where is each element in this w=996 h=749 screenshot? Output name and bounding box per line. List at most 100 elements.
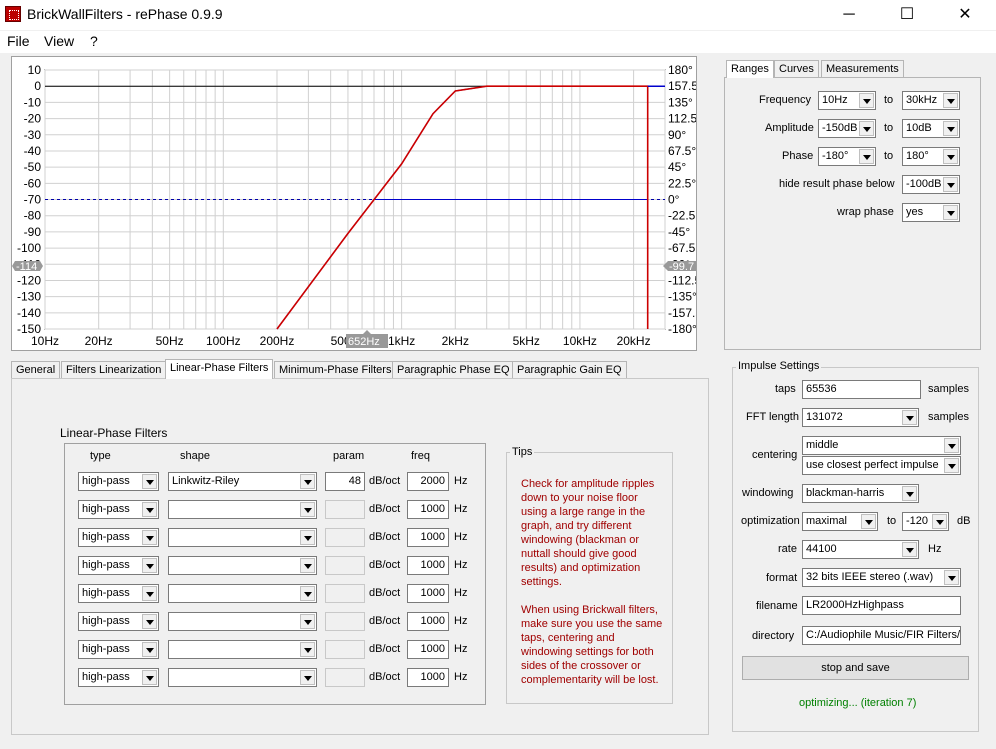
- filter-shape-select[interactable]: [168, 668, 317, 687]
- filter-param-input[interactable]: [325, 528, 365, 547]
- filter-param-input[interactable]: [325, 500, 365, 519]
- tab-paragraphic-gain-eq[interactable]: Paragraphic Gain EQ: [512, 361, 627, 379]
- filter-shape-select[interactable]: [168, 500, 317, 519]
- freq-unit-label: Hz: [454, 671, 468, 683]
- tab-linear-phase-filters[interactable]: Linear-Phase Filters: [165, 359, 274, 379]
- format-label: format: [766, 572, 798, 584]
- chevron-down-icon: [932, 514, 947, 529]
- filter-freq-input[interactable]: 1000: [407, 640, 449, 659]
- tab-curves[interactable]: Curves: [774, 60, 819, 78]
- col-shape-header: shape: [180, 450, 210, 462]
- menu-view[interactable]: View: [44, 33, 74, 49]
- filter-type-value: high-pass: [82, 615, 130, 627]
- filter-type-select[interactable]: high-pass: [78, 528, 159, 547]
- y-right-tick: 135°: [668, 95, 693, 109]
- filter-type-select[interactable]: high-pass: [78, 472, 159, 491]
- y-right-tick: 112.5°: [668, 112, 696, 126]
- filter-type-select[interactable]: high-pass: [78, 556, 159, 575]
- hide-phase-select[interactable]: -100dB: [902, 175, 960, 194]
- optimization-db-select[interactable]: -120: [902, 512, 949, 531]
- freq-unit-label: Hz: [454, 475, 468, 487]
- windowing-select[interactable]: blackman-harris: [802, 484, 919, 503]
- filter-freq-input[interactable]: 1000: [407, 584, 449, 603]
- centering-value: middle: [806, 439, 839, 451]
- filter-shape-select[interactable]: [168, 584, 317, 603]
- phase-from-select[interactable]: -180°: [818, 147, 876, 166]
- centering-mode-select[interactable]: use closest perfect impulse: [802, 456, 961, 475]
- wrap-phase-label: wrap phase: [837, 206, 894, 218]
- filter-freq-input[interactable]: 1000: [407, 500, 449, 519]
- menu-help[interactable]: ?: [90, 33, 98, 49]
- filter-freq-input[interactable]: 1000: [407, 556, 449, 575]
- amplitude-from-select[interactable]: -150dB: [818, 119, 876, 138]
- rate-select[interactable]: 44100: [802, 540, 919, 559]
- amplitude-label: Amplitude: [765, 122, 814, 134]
- close-icon[interactable]: ✕: [942, 0, 988, 30]
- filter-param-input[interactable]: [325, 584, 365, 603]
- filter-param-input[interactable]: [325, 640, 365, 659]
- filter-type-select[interactable]: high-pass: [78, 612, 159, 631]
- filter-shape-select[interactable]: Linkwitz-Riley: [168, 472, 317, 491]
- y-right-tick: -135°: [668, 290, 696, 304]
- filter-param-input[interactable]: 48: [325, 472, 365, 491]
- y-right-tick: 45°: [668, 160, 686, 174]
- filter-type-select[interactable]: high-pass: [78, 668, 159, 687]
- hide-phase-value: -100dB: [906, 178, 942, 190]
- taps-input[interactable]: 65536: [802, 380, 921, 399]
- maximize-icon[interactable]: ☐: [884, 0, 930, 30]
- tab-paragraphic-phase-eq[interactable]: Paragraphic Phase EQ: [392, 361, 515, 379]
- filter-type-select[interactable]: high-pass: [78, 584, 159, 603]
- col-type-header: type: [90, 450, 111, 462]
- tab-minimum-phase-filters[interactable]: Minimum-Phase Filters: [274, 361, 397, 379]
- filter-param-input[interactable]: [325, 612, 365, 631]
- wrap-phase-select[interactable]: yes: [902, 203, 960, 222]
- filter-freq-input[interactable]: 1000: [407, 668, 449, 687]
- minimize-icon[interactable]: ─: [826, 0, 872, 30]
- filter-param-input[interactable]: [325, 556, 365, 575]
- filter-shape-select[interactable]: [168, 612, 317, 631]
- optimization-select[interactable]: maximal: [802, 512, 878, 531]
- phase-to-select[interactable]: 180°: [902, 147, 960, 166]
- filter-freq-input[interactable]: 2000: [407, 472, 449, 491]
- format-value: 32 bits IEEE stereo (.wav): [806, 571, 934, 583]
- chevron-down-icon: [142, 474, 157, 489]
- chevron-down-icon: [943, 121, 958, 136]
- tab-filters-linearization[interactable]: Filters Linearization: [61, 361, 167, 379]
- filter-freq-input[interactable]: 1000: [407, 528, 449, 547]
- tab-measurements[interactable]: Measurements: [821, 60, 904, 78]
- x-tick: 20Hz: [85, 334, 113, 348]
- filename-input[interactable]: LR2000HzHighpass: [802, 596, 961, 615]
- filter-shape-select[interactable]: [168, 640, 317, 659]
- title-bar: BrickWallFilters - rePhase 0.9.9 ─ ☐ ✕: [0, 0, 996, 30]
- centering-select[interactable]: middle: [802, 436, 961, 455]
- filter-shape-select[interactable]: [168, 556, 317, 575]
- fft-length-select[interactable]: 131072: [802, 408, 919, 427]
- chevron-down-icon: [902, 486, 917, 501]
- filter-param-input[interactable]: [325, 668, 365, 687]
- phase-from-value: -180°: [822, 150, 849, 162]
- filter-freq-input[interactable]: 1000: [407, 612, 449, 631]
- filter-shape-select[interactable]: [168, 528, 317, 547]
- chevron-down-icon: [300, 586, 315, 601]
- freq-unit-label: Hz: [454, 503, 468, 515]
- directory-input[interactable]: C:/Audiophile Music/FIR Filters/Fi: [802, 626, 961, 645]
- filter-type-select[interactable]: high-pass: [78, 640, 159, 659]
- format-select[interactable]: 32 bits IEEE stereo (.wav): [802, 568, 961, 587]
- y-right-tick: 157.5°: [668, 79, 696, 93]
- amplitude-to-select[interactable]: 10dB: [902, 119, 960, 138]
- menu-file[interactable]: File: [7, 33, 30, 49]
- response-graph[interactable]: 100-10-20-30-40-50-60-70-80-90-100-110-1…: [11, 56, 697, 351]
- param-unit-label: dB/oct: [369, 587, 401, 599]
- filter-type-select[interactable]: high-pass: [78, 500, 159, 519]
- tab-ranges[interactable]: Ranges: [726, 60, 774, 78]
- taps-label: taps: [775, 383, 796, 395]
- chevron-down-icon: [142, 586, 157, 601]
- frequency-from-select[interactable]: 10Hz: [818, 91, 876, 110]
- param-unit-label: dB/oct: [369, 531, 401, 543]
- frequency-to-select[interactable]: 30kHz: [902, 91, 960, 110]
- chevron-down-icon: [300, 474, 315, 489]
- stop-and-save-button[interactable]: stop and save: [742, 656, 969, 680]
- filter-type-value: high-pass: [82, 559, 130, 571]
- tab-general[interactable]: General: [11, 361, 61, 379]
- tips-title: Tips: [510, 446, 535, 458]
